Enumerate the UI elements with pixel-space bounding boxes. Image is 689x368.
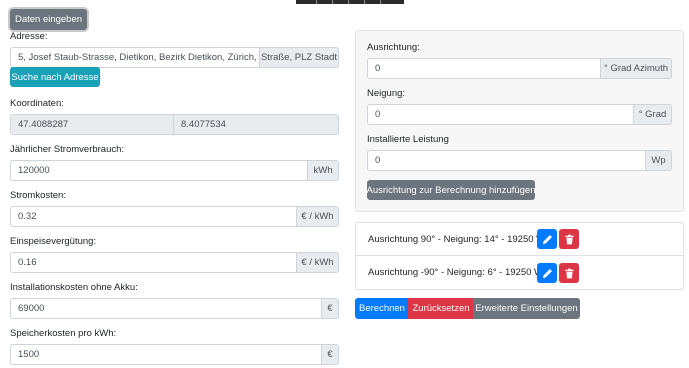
consumption-input[interactable]: 120000 (10, 160, 308, 181)
header-image (296, 0, 404, 4)
consumption-label: Jährlicher Stromverbrauch: (10, 144, 125, 155)
longitude-field: 8.4077534 (173, 114, 339, 135)
address-label: Adresse: (10, 31, 48, 42)
edit-button[interactable] (537, 263, 557, 283)
address-input[interactable]: 5, Josef Staub-Strasse, Dietikon, Bezirk… (10, 47, 260, 68)
storage-cost-label: Speicherkosten pro kWh: (10, 328, 117, 339)
azimuth-label: Ausrichtung: (367, 42, 420, 53)
installed-power-label: Installierte Leistung (367, 134, 449, 145)
pencil-icon (542, 268, 552, 278)
calculate-button[interactable]: Berechnen (355, 298, 409, 319)
power-cost-unit: € / kWh (296, 206, 339, 227)
enter-data-button[interactable]: Daten eingeben (10, 9, 87, 30)
edit-button[interactable] (537, 229, 557, 249)
pencil-icon (542, 234, 552, 244)
list-item: Ausrichtung -90° - Neigung: 6° - 19250 W… (355, 255, 684, 290)
storage-cost-unit: € (321, 344, 339, 365)
delete-button[interactable] (559, 263, 579, 283)
trash-icon (564, 268, 574, 278)
storage-cost-input[interactable]: 1500 (10, 344, 322, 365)
search-address-button[interactable]: Suche nach Adresse (10, 67, 100, 87)
list-item: Ausrichtung 90° - Neigung: 14° - 19250 W… (355, 222, 684, 256)
install-cost-unit: € (321, 298, 339, 319)
feed-in-label: Einspeisevergütung: (10, 236, 97, 247)
orientation-text: Ausrichtung 90° - Neigung: 14° - 19250 W… (368, 234, 551, 245)
installed-power-input[interactable]: 0 (367, 150, 646, 171)
feed-in-unit: € / kWh (296, 252, 339, 273)
tilt-input[interactable]: 0 (367, 104, 634, 125)
address-format-addon: Straße, PLZ Stadt (259, 47, 339, 68)
install-cost-input[interactable]: 69000 (10, 298, 322, 319)
power-cost-label: Stromkosten: (10, 190, 66, 201)
advanced-settings-button[interactable]: Erweiterte Einstellungen (473, 298, 580, 319)
feed-in-input[interactable]: 0.16 (10, 252, 297, 273)
latitude-field: 47.4088287 (10, 114, 174, 135)
coordinates-label: Koordinaten: (10, 98, 64, 109)
reset-button[interactable]: Zurücksetzen (408, 298, 474, 319)
azimuth-input[interactable]: 0 (367, 58, 601, 79)
trash-icon (564, 234, 574, 244)
power-cost-input[interactable]: 0.32 (10, 206, 297, 227)
azimuth-unit: ° Grad Azimuth (600, 58, 672, 79)
add-orientation-button[interactable]: Ausrichtung zur Berechnung hinzufügen (367, 180, 536, 200)
tilt-label: Neigung: (367, 88, 406, 99)
install-cost-label: Installationskosten ohne Akku: (10, 282, 138, 293)
tilt-unit: ° Grad (633, 104, 672, 125)
consumption-unit: kWh (307, 160, 339, 181)
delete-button[interactable] (559, 229, 579, 249)
orientation-text: Ausrichtung -90° - Neigung: 6° - 19250 W… (368, 267, 549, 278)
installed-power-unit: Wp (645, 150, 672, 171)
